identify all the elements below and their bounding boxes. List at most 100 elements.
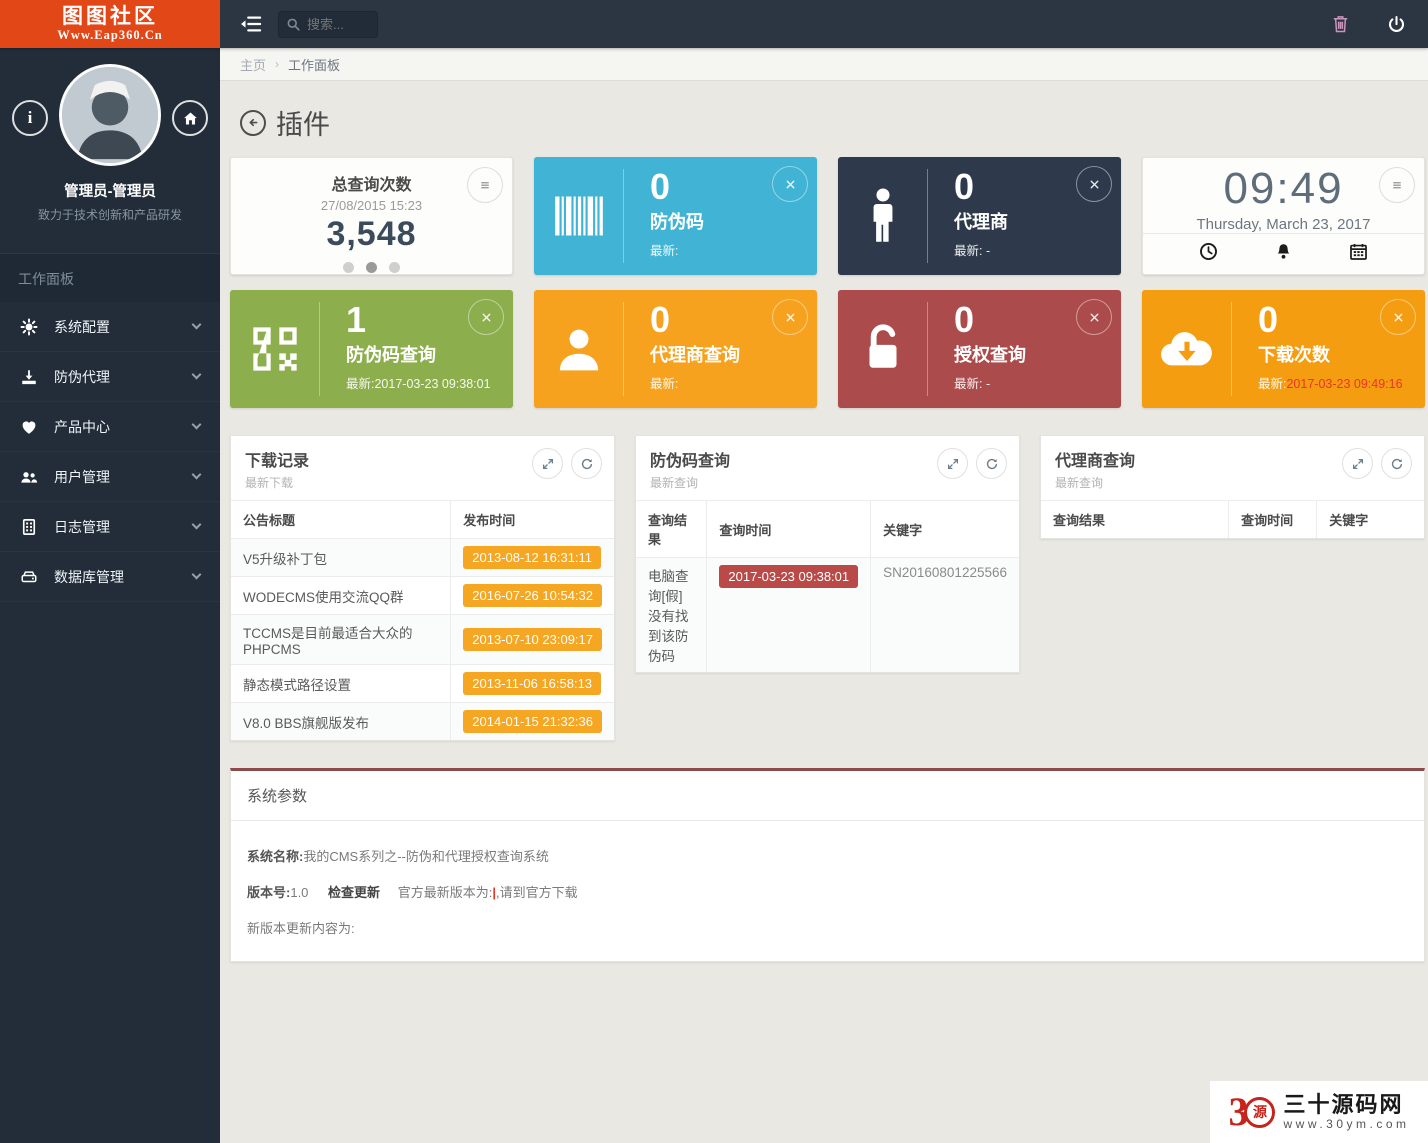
stat-label: 防伪码 xyxy=(650,208,704,234)
database-icon xyxy=(20,568,38,586)
sidebar-item-anticounterfeit-agent[interactable]: 防伪代理 xyxy=(0,352,220,402)
info-button[interactable]: i xyxy=(12,100,48,136)
system-panel-title: 系统参数 xyxy=(231,771,1424,821)
stat-label: 代理商查询 xyxy=(650,341,740,367)
unlock-icon xyxy=(838,302,928,396)
profile-motto: 致力于技术创新和产品研发 xyxy=(0,206,220,223)
time-badge: 2016-07-26 10:54:32 xyxy=(463,584,602,607)
stat-value: 0 xyxy=(954,300,1026,340)
avatar[interactable] xyxy=(59,64,161,166)
refresh-button[interactable] xyxy=(976,448,1007,479)
chevron-down-icon xyxy=(192,520,202,530)
table-row: WODECMS使用交流QQ群2016-07-26 10:54:32 xyxy=(231,577,614,615)
refresh-icon xyxy=(1390,457,1404,471)
check-update-link[interactable]: 检查更新 xyxy=(328,885,380,900)
stat-card-total-queries: 总查询次数 27/08/2015 15:23 3,548 xyxy=(230,157,513,275)
stat-label: 代理商 xyxy=(954,208,1008,234)
page-title: 插件 xyxy=(276,103,330,142)
close-icon xyxy=(1392,311,1405,324)
total-queries-value: 3,548 xyxy=(231,215,512,254)
sidebar-item-system-config[interactable]: 系统配置 xyxy=(0,302,220,352)
expand-button[interactable] xyxy=(532,448,563,479)
sidebar-item-product-center[interactable]: 产品中心 xyxy=(0,402,220,452)
gears-icon xyxy=(20,318,38,336)
column-header: 查询时间 xyxy=(707,501,871,558)
chevron-down-icon xyxy=(192,370,202,380)
expand-icon xyxy=(1351,457,1365,471)
card-close-button[interactable] xyxy=(772,166,808,202)
table-row: 静态模式路径设置2013-11-06 16:58:13 xyxy=(231,665,614,703)
sidebar-menu: 系统配置 防伪代理 产品中心 用户管理 日志管理 数据库管理 xyxy=(0,302,220,602)
sidebar-item-log-management[interactable]: 日志管理 xyxy=(0,502,220,552)
expand-button[interactable] xyxy=(1342,448,1373,479)
card-close-button[interactable] xyxy=(772,299,808,335)
clock-date: Thursday, March 23, 2017 xyxy=(1143,216,1424,233)
time-badge: 2017-03-23 09:38:01 xyxy=(719,565,858,588)
trash-icon[interactable] xyxy=(1332,15,1349,33)
carousel-dots[interactable] xyxy=(231,262,512,273)
watermark: 3 源 三十源码网 www.30ym.com xyxy=(1210,1081,1428,1143)
sidebar-item-database-management[interactable]: 数据库管理 xyxy=(0,552,220,602)
app-logo[interactable]: 图图社区 Www.Eap360.Cn xyxy=(0,0,220,48)
breadcrumb-current: 工作面板 xyxy=(288,55,340,74)
card-close-button[interactable] xyxy=(1076,299,1112,335)
refresh-button[interactable] xyxy=(571,448,602,479)
sidebar-section-label: 工作面板 xyxy=(0,253,220,302)
stat-card-agent-query: 0 代理商查询 最新: xyxy=(534,290,817,408)
stat-card-downloads: 0 下载次数 最新:2017-03-23 09:49:16 xyxy=(1142,290,1425,408)
journal-icon xyxy=(20,518,38,536)
sidebar-toggle-icon[interactable] xyxy=(238,13,264,35)
breadcrumb-separator: › xyxy=(275,57,279,71)
table-row: V8.0 BBS旗舰版发布2014-01-15 21:32:36 xyxy=(231,703,614,741)
column-header: 查询结果 xyxy=(636,501,707,558)
sidebar-item-label: 防伪代理 xyxy=(54,367,110,387)
card-close-button[interactable] xyxy=(1076,166,1112,202)
topbar: 图图社区 Www.Eap360.Cn xyxy=(0,0,1428,48)
arrow-left-icon xyxy=(246,115,261,130)
sidebar-item-label: 数据库管理 xyxy=(54,567,124,587)
card-menu-button[interactable] xyxy=(467,167,503,203)
breadcrumb: 主页 › 工作面板 xyxy=(220,48,1428,81)
brand-title: 图图社区 xyxy=(62,6,158,28)
card-menu-button[interactable] xyxy=(1379,167,1415,203)
card-close-button[interactable] xyxy=(468,299,504,335)
time-badge: 2013-11-06 16:58:13 xyxy=(463,672,601,695)
expand-icon xyxy=(946,457,960,471)
power-icon[interactable] xyxy=(1387,15,1406,34)
close-icon xyxy=(1088,311,1101,324)
clock-icon[interactable] xyxy=(1199,242,1218,266)
watermark-logo: 3 源 xyxy=(1228,1092,1275,1132)
heart-icon xyxy=(20,418,38,436)
info-icon: i xyxy=(28,108,33,128)
search-icon xyxy=(286,17,301,32)
stat-label: 授权查询 xyxy=(954,341,1026,367)
breadcrumb-home[interactable]: 主页 xyxy=(240,55,266,74)
home-button[interactable] xyxy=(172,100,208,136)
close-icon xyxy=(784,178,797,191)
expand-icon xyxy=(541,457,555,471)
table-row: V5升级补丁包2013-08-12 16:31:11 xyxy=(231,539,614,577)
back-button[interactable] xyxy=(240,110,266,136)
clock-card: 09:49 Thursday, March 23, 2017 xyxy=(1142,157,1425,275)
sidebar-item-label: 日志管理 xyxy=(54,517,110,537)
barcode-icon xyxy=(534,169,624,263)
stat-value: 0 xyxy=(650,300,740,340)
expand-button[interactable] xyxy=(937,448,968,479)
profile-section: i 管理员-管理员 致力于技术创新和产品研发 xyxy=(0,48,220,241)
card-close-button[interactable] xyxy=(1380,299,1416,335)
stat-card-auth-query: 0 授权查询 最新: - xyxy=(838,290,1121,408)
sidebar-item-user-management[interactable]: 用户管理 xyxy=(0,452,220,502)
search-box xyxy=(278,11,378,38)
list-icon xyxy=(1388,176,1406,194)
bell-icon[interactable] xyxy=(1274,242,1293,266)
stat-value: 0 xyxy=(954,167,1008,207)
calendar-icon[interactable] xyxy=(1349,242,1368,266)
profile-name: 管理员-管理员 xyxy=(0,180,220,201)
time-badge: 2014-01-15 21:32:36 xyxy=(463,710,602,733)
stat-latest: 最新: xyxy=(650,373,740,392)
refresh-button[interactable] xyxy=(1381,448,1412,479)
home-icon xyxy=(182,110,199,127)
column-header: 发布时间 xyxy=(451,501,614,539)
user-icon xyxy=(534,302,624,396)
stat-latest: 最新: - xyxy=(954,373,1026,392)
